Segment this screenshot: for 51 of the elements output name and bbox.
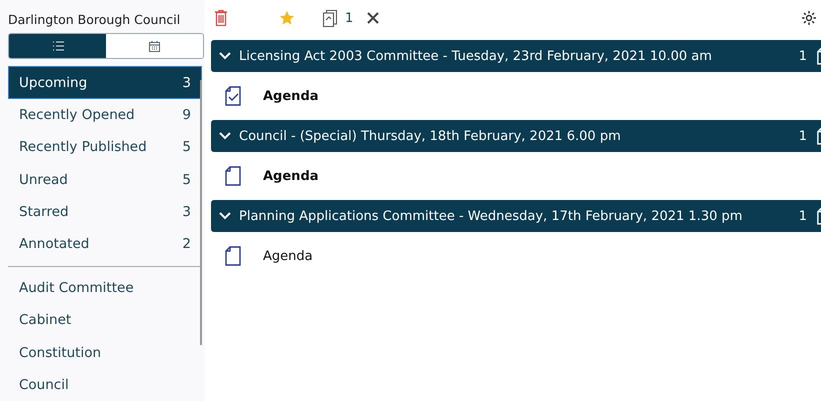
copy-count: 1 [345,10,354,26]
app-title: Darlington Borough Council [8,12,182,29]
document-count: 1 [798,48,807,64]
filter-label: Annotated [19,236,90,252]
calendar-view-button[interactable] [106,34,203,58]
checked-document-icon [225,86,241,106]
filter-item[interactable]: Recently Opened 9 [8,98,202,132]
committee-item[interactable]: Constitution [8,336,202,369]
filter-label: Recently Published [19,139,147,156]
filter-count: 5 [182,172,191,188]
committee-item[interactable]: Council [8,368,202,401]
document-icon [225,246,241,266]
document-count: 1 [798,128,807,144]
filter-label: Unread [19,172,68,188]
filter-label: Upcoming [19,74,88,91]
filter-count: 2 [182,236,191,252]
filter-item[interactable]: Upcoming 3 [8,66,202,99]
close-icon[interactable] [367,12,380,24]
list-view-button[interactable] [9,34,106,58]
document-row[interactable]: Agenda [211,72,821,120]
document-row[interactable]: Agenda [211,152,821,200]
filter-count: 3 [182,204,191,220]
document-icon [225,166,241,186]
committee-item[interactable]: Cabinet [8,304,202,336]
document-title: Agenda [263,168,319,184]
filter-label: Starred [19,204,69,220]
meeting-title: Planning Applications Committee - Wednesday, 17th February, 2021 1.30 pm [239,208,744,224]
filter-label: Recently Opened [19,107,135,124]
filter-count: 9 [182,107,191,124]
document-count: 1 [798,208,807,224]
meeting-title: Council - (Special) Thursday, 18th February, 2021 6.00 pm [239,128,622,144]
filter-item[interactable]: Unread 5 [8,164,202,196]
meeting-title: Licensing Act 2003 Committee - Tuesday, 23rd February, 2021 10.00 am [239,48,713,64]
document-title: Agenda [263,248,313,264]
filter-item[interactable]: Recently Published 5 [8,131,202,164]
meeting-header[interactable]: Licensing Act 2003 Committee - Tuesday, 23rd February, 2021 10.00 am 1 [211,40,821,72]
filter-count: 3 [182,74,191,91]
meeting-header[interactable]: Council - (Special) Thursday, 18th February, 2021 6.00 pm 1 [211,120,821,152]
trash-icon[interactable] [215,10,227,26]
calendar-icon [149,40,160,52]
filter-item[interactable]: Starred 3 [8,196,202,228]
document-title: Agenda [263,88,319,104]
filter-count: 5 [182,139,191,156]
meeting-header[interactable]: Planning Applications Committee - Wednesday, 17th February, 2021 1.30 pm 1 [211,200,821,232]
filter-item[interactable]: Annotated 2 [8,228,202,261]
settings-icon[interactable] [801,10,817,26]
list-icon [52,41,64,52]
star-icon[interactable] [279,10,295,26]
copy-icon[interactable] [323,10,337,26]
document-row[interactable]: Agenda [211,232,821,280]
committee-item[interactable]: Audit Committee [8,272,202,304]
